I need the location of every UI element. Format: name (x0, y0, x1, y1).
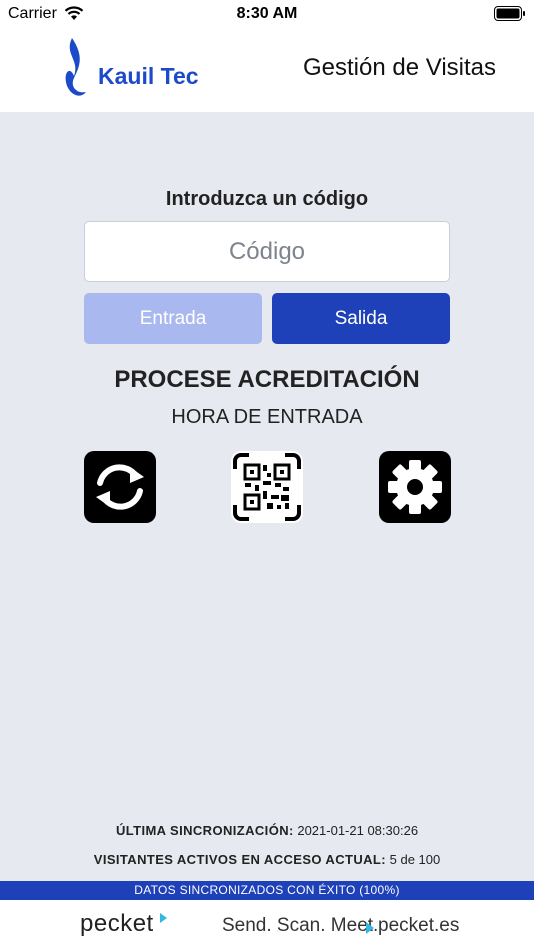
pecket-mark-icon (160, 912, 168, 930)
entrada-button[interactable]: Entrada (84, 293, 262, 344)
logo-text: Kauil Tec (98, 63, 199, 89)
active-visitors-row: VISITANTES ACTIVOS EN ACCESO ACTUAL: 5 d… (0, 852, 534, 867)
active-visitors-label: VISITANTES ACTIVOS EN ACCESO ACTUAL: (93, 852, 386, 867)
last-sync-row: ÚLTIMA SINCRONIZACIÓN: 2021-01-21 08:30:… (0, 823, 534, 838)
app-header: Kauil Tec Gestión de Visitas (0, 28, 534, 112)
code-input[interactable] (84, 221, 450, 282)
play-arrow-icon (366, 921, 375, 939)
sync-button[interactable] (84, 451, 156, 523)
settings-button[interactable] (379, 451, 451, 523)
status-time: 8:30 AM (236, 5, 298, 22)
pecket-tagline: Send. Scan. Meet. (222, 915, 379, 936)
status-bar: Carrier 8:30 AM (0, 0, 534, 28)
last-sync-label: ÚLTIMA SINCRONIZACIÓN: (115, 823, 294, 838)
code-prompt: Introduzca un código (165, 188, 369, 210)
kauil-tec-logo: Kauil Tec (62, 36, 232, 102)
pecket-footer: pecket Send. Scan. Meet. pecket.es (0, 900, 534, 950)
battery-icon (494, 6, 526, 26)
sync-icon (84, 451, 156, 523)
gear-icon (379, 451, 451, 523)
last-sync-value: 2021-01-21 08:30:26 (297, 823, 419, 838)
salida-button[interactable]: Salida (272, 293, 450, 344)
qr-code-icon (231, 451, 303, 523)
active-visitors-value: 5 de 100 (389, 852, 441, 867)
flame-icon (65, 38, 86, 96)
status-message: PROCESE ACREDITACIÓN (114, 366, 420, 393)
sync-status-banner: DATOS SINCRONIZADOS CON ÉXITO (100%) (0, 881, 534, 900)
page-title: Gestión de Visitas (303, 54, 496, 81)
pecket-logo: pecket (80, 910, 154, 937)
pecket-site-link[interactable]: pecket.es (378, 915, 459, 937)
qr-scan-button[interactable] (231, 451, 303, 523)
status-submessage: HORA DE ENTRADA (171, 406, 363, 428)
